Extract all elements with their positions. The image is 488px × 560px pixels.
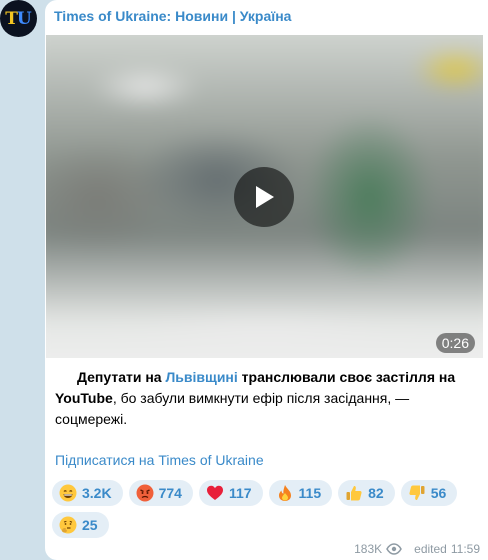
subscribe-link[interactable]: Підписатися на Times of Ukraine [55, 452, 264, 468]
caption-part2: транслювали своє застілля на [237, 369, 456, 385]
thumbs-down-icon [408, 484, 426, 502]
message-bubble: Times of Ukraine: Новини | Україна 0:26 … [45, 0, 488, 560]
eye-icon [386, 543, 403, 555]
heart-icon [206, 484, 224, 502]
channel-title[interactable]: Times of Ukraine: Новини | Україна [54, 8, 291, 24]
reaction-thumbs-up[interactable]: 82 [338, 480, 395, 506]
reactions-bar: 3.2K 774 117 115 82 56 25 [52, 480, 472, 538]
reaction-count: 774 [158, 485, 182, 501]
reaction-count: 25 [82, 517, 98, 533]
reaction-grin[interactable]: 3.2K [52, 480, 123, 506]
caption-part1: Депутати на [77, 369, 166, 385]
reaction-heart[interactable]: 117 [198, 480, 263, 506]
reaction-fire[interactable]: 115 [268, 480, 333, 506]
fire-icon [276, 484, 294, 502]
view-count: 183K [354, 542, 383, 556]
reaction-count: 117 [228, 485, 252, 501]
video-preview[interactable]: 0:26 [46, 35, 483, 358]
message-text: Депутати на Львівщині транслювали своє з… [55, 367, 465, 430]
channel-avatar[interactable]: TU [0, 0, 37, 37]
reaction-thinking[interactable]: 25 [52, 512, 109, 538]
grin-emoji-icon [59, 484, 77, 502]
message-time: 11:59 [450, 542, 480, 556]
thinking-emoji-icon [59, 516, 77, 534]
reaction-count: 3.2K [82, 485, 112, 501]
angry-emoji-icon [136, 484, 154, 502]
reaction-count: 56 [430, 485, 447, 501]
thumbs-up-icon [345, 484, 363, 502]
edited-label: edited [414, 542, 447, 556]
caption-part3: YouTube [55, 390, 113, 406]
reaction-angry[interactable]: 774 [128, 480, 193, 506]
caption-link[interactable]: Львівщині [165, 369, 237, 385]
reaction-count: 115 [298, 485, 322, 501]
message-meta: 183K edited 11:59 [354, 542, 480, 556]
video-duration: 0:26 [435, 333, 475, 353]
play-button[interactable] [234, 167, 294, 227]
reaction-count: 82 [368, 485, 384, 501]
reaction-thumbs-down[interactable]: 56 [400, 480, 458, 506]
play-icon [256, 186, 274, 208]
avatar-letter-u: U [16, 8, 32, 29]
